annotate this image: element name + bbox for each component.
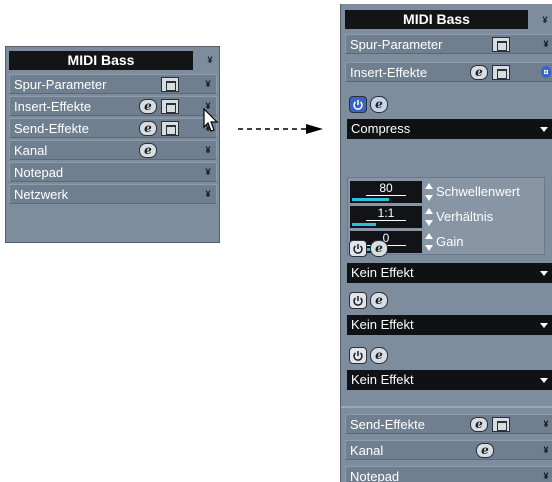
- expand-all-icon[interactable]: ¥: [205, 55, 215, 65]
- section-spur-parameter[interactable]: Spur-Parameter ¥: [345, 34, 552, 54]
- edit-icon[interactable]: e: [139, 143, 157, 158]
- mouse-cursor-icon: [203, 108, 219, 132]
- insert-slot-4-select[interactable]: Kein Effekt: [347, 370, 552, 390]
- threshold-label: Schwellenwert: [436, 184, 520, 199]
- gain-spin-icon[interactable]: [425, 232, 433, 252]
- section-label: Send-Effekte: [14, 121, 89, 136]
- section-label: Spur-Parameter: [14, 77, 107, 92]
- insert-slot-1-select[interactable]: Compress: [347, 119, 552, 139]
- section-label: Notepad: [14, 165, 64, 180]
- expand-arrow-icon[interactable]: ¥: [203, 188, 213, 200]
- expand-arrow-icon[interactable]: ¥: [203, 166, 213, 178]
- ratio-level-bar: [352, 223, 376, 226]
- section-send-effekte[interactable]: Send-Effekte e ¥: [345, 414, 552, 434]
- gain-label: Gain: [436, 234, 464, 249]
- dashed-arrow-icon: [238, 124, 323, 134]
- section-divider: [341, 406, 552, 408]
- expand-arrow-icon[interactable]: ¥: [541, 470, 551, 482]
- bypass-box-icon[interactable]: [492, 417, 510, 432]
- section-label: Kanal: [14, 143, 48, 158]
- section-label: Notepad: [350, 469, 400, 482]
- power-icon[interactable]: [349, 347, 367, 364]
- section-netzwerk[interactable]: Netzwerk ¥: [9, 184, 217, 204]
- threshold-level-bar: [352, 198, 389, 201]
- section-spur-parameter[interactable]: Spur-Parameter ¥: [9, 74, 217, 94]
- power-icon[interactable]: [349, 96, 367, 113]
- section-label: Send-Effekte: [350, 417, 425, 432]
- section-label: Insert-Effekte: [350, 65, 428, 80]
- threshold-value: 80: [366, 181, 406, 196]
- edit-icon[interactable]: e: [470, 65, 488, 80]
- dropdown-arrow-icon: [540, 271, 548, 276]
- section-label: Kanal: [350, 443, 384, 458]
- bypass-box-icon[interactable]: [161, 99, 179, 114]
- insert-slot-3-select[interactable]: Kein Effekt: [347, 315, 552, 335]
- section-send-effekte[interactable]: Send-Effekte e ¥: [9, 118, 217, 138]
- power-icon[interactable]: [349, 292, 367, 309]
- section-notepad[interactable]: Notepad ¥: [9, 162, 217, 182]
- section-insert-effekte[interactable]: Insert-Effekte e ¤: [345, 62, 552, 82]
- expand-arrow-icon[interactable]: ¥: [203, 144, 213, 156]
- section-notepad[interactable]: Notepad ¥: [345, 466, 552, 482]
- ratio-label: Verhältnis: [436, 209, 494, 224]
- dropdown-arrow-icon: [540, 127, 548, 132]
- edit-icon[interactable]: e: [139, 99, 157, 114]
- expand-arrow-icon[interactable]: ¥: [541, 38, 551, 50]
- insert-effect-name: Compress: [351, 121, 411, 136]
- section-kanal[interactable]: Kanal e ¥: [9, 140, 217, 160]
- edit-icon[interactable]: e: [370, 96, 388, 113]
- edit-icon[interactable]: e: [370, 240, 388, 257]
- global-edit-icon[interactable]: [161, 77, 179, 92]
- power-icon[interactable]: [349, 240, 367, 257]
- inspector-collapsed: MIDI Bass ¥ Spur-Parameter ¥ Insert-Effe…: [5, 46, 220, 243]
- section-label: Insert-Effekte: [14, 99, 92, 114]
- section-insert-effekte[interactable]: Insert-Effekte e ¥: [9, 96, 217, 116]
- threshold-spin-icon[interactable]: [425, 182, 433, 202]
- section-kanal[interactable]: Kanal e ¥: [345, 440, 552, 460]
- track-name[interactable]: MIDI Bass: [345, 10, 528, 29]
- expand-arrow-icon[interactable]: ¥: [541, 444, 551, 456]
- insert-effect-name: Kein Effekt: [351, 317, 414, 332]
- inspector-expanded: MIDI Bass ¥ Spur-Parameter ¥ Insert-Effe…: [340, 4, 552, 482]
- ratio-spin-icon[interactable]: [425, 207, 433, 227]
- edit-icon[interactable]: e: [370, 292, 388, 309]
- insert-effect-name: Kein Effekt: [351, 265, 414, 280]
- bypass-box-icon[interactable]: [161, 121, 179, 136]
- bypass-box-icon[interactable]: [492, 65, 510, 80]
- edit-icon[interactable]: e: [470, 417, 488, 432]
- expand-arrow-icon[interactable]: ¥: [541, 418, 551, 430]
- ratio-value: 1:1: [366, 206, 406, 221]
- edit-icon[interactable]: e: [139, 121, 157, 136]
- track-title-row: MIDI Bass ¥: [9, 51, 217, 70]
- expand-all-icon[interactable]: ¥: [540, 15, 550, 25]
- track-name[interactable]: MIDI Bass: [9, 51, 193, 70]
- expand-arrow-icon[interactable]: ¥: [203, 78, 213, 90]
- section-label: Netzwerk: [14, 187, 69, 202]
- ratio-field[interactable]: 1:1: [350, 206, 422, 228]
- dropdown-arrow-icon: [540, 323, 548, 328]
- insert-effect-name: Kein Effekt: [351, 372, 414, 387]
- edit-icon[interactable]: e: [476, 443, 494, 458]
- section-label: Spur-Parameter: [350, 37, 443, 52]
- collapse-arrow-icon[interactable]: ¤: [541, 66, 551, 78]
- edit-icon[interactable]: e: [370, 347, 388, 364]
- global-edit-icon[interactable]: [492, 37, 510, 52]
- insert-slot-2-select[interactable]: Kein Effekt: [347, 263, 552, 283]
- dropdown-arrow-icon: [540, 378, 548, 383]
- threshold-field[interactable]: 80: [350, 181, 422, 203]
